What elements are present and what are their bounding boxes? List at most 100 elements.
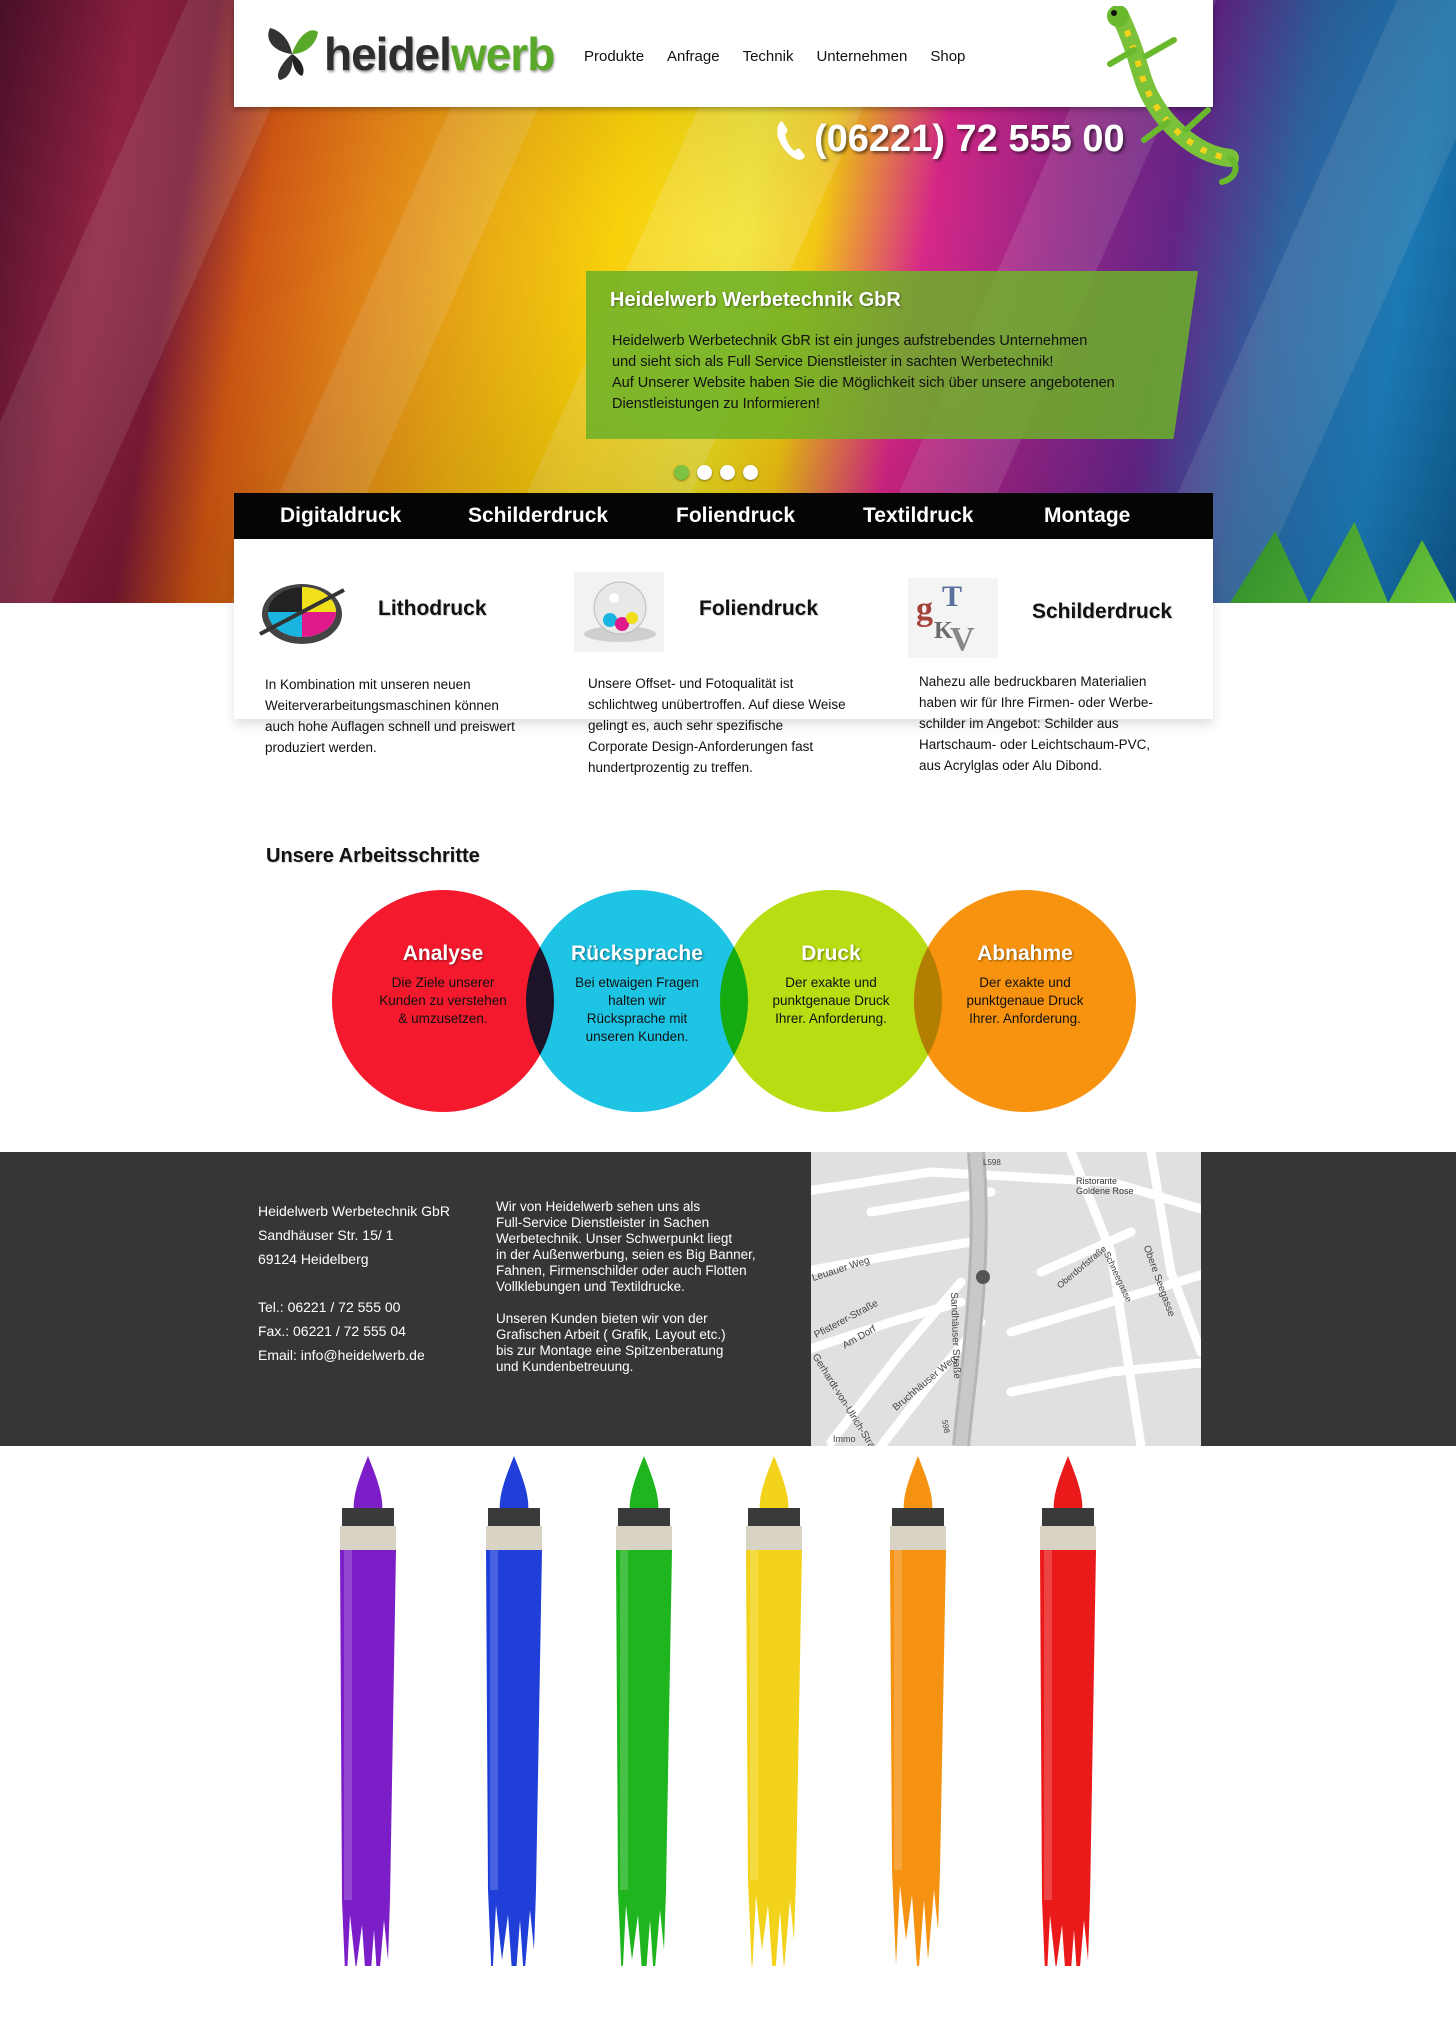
feature-text: Unsere Offset- und Fotoqualität ist schl… xyxy=(588,673,858,778)
svg-text:V: V xyxy=(950,621,975,658)
map-label: L598 xyxy=(983,1158,1001,1167)
logo-leaf-icon xyxy=(268,28,318,80)
slider-dot-2[interactable] xyxy=(697,465,712,480)
feature-line: Weiterverarbeitungsmaschinen können xyxy=(265,698,499,713)
ink-ball-icon xyxy=(574,572,664,652)
about-line: Fahnen, Firmenschilder oder auch Flotten xyxy=(496,1263,747,1278)
paint-brush-icon xyxy=(616,1456,672,1966)
address-city: 69124 Heidelberg xyxy=(258,1251,369,1267)
step-druck: Druck Der exakte und punktgenaue Druck I… xyxy=(720,890,942,1112)
service-schilderdruck[interactable]: Schilderdruck xyxy=(468,504,608,528)
phone-text: (06221) 72 555 00 xyxy=(814,118,1125,160)
feature-title: Foliendruck xyxy=(699,597,819,620)
svg-text:T: T xyxy=(942,580,962,613)
map-marker xyxy=(976,1270,990,1284)
feature-text: In Kombination mit unseren neuen Weiterv… xyxy=(265,674,535,758)
step-title: Abnahme xyxy=(977,942,1073,965)
footer-about: Wir von Heidelwerb sehen uns als Full-Se… xyxy=(496,1199,786,1375)
about-spacer xyxy=(496,1295,786,1311)
feature-line: In Kombination mit unseren neuen xyxy=(265,677,471,692)
nav-unternehmen[interactable]: Unternehmen xyxy=(816,48,907,65)
feature-title: Lithodruck xyxy=(378,597,487,620)
map-label: Ristorante Goldene Rose xyxy=(1076,1176,1134,1196)
feature-line: aus Acrylglas oder Alu Dibond. xyxy=(919,758,1103,773)
site-header: heidelwerb Produkte Anfrage Technik Unte… xyxy=(234,0,1213,107)
paint-brush-icon xyxy=(486,1456,542,1966)
steps-title: Unsere Arbeitsschritte xyxy=(266,845,480,867)
map-label-text: Goldene Rose xyxy=(1076,1186,1134,1196)
phone-icon xyxy=(777,120,805,160)
feature-line: auch hohe Auflagen schnell und preiswert xyxy=(265,719,515,734)
step-text: Die Ziele unserer Kunden zu verstehen & … xyxy=(379,975,507,1026)
service-digitaldruck[interactable]: Digitaldruck xyxy=(280,504,401,528)
paint-brush-icon xyxy=(746,1456,802,1966)
slide-line: Auf Unserer Website haben Sie die Möglic… xyxy=(612,375,1115,391)
feature-line: Nahezu alle bedruckbaren Materialien xyxy=(919,674,1147,689)
nav-technik[interactable]: Technik xyxy=(743,48,794,65)
nav-anfrage[interactable]: Anfrage xyxy=(667,48,720,65)
feature-line: Corporate Design-Anforderungen fast xyxy=(588,739,814,754)
about-line: bis zur Montage eine Spitzenberatung xyxy=(496,1343,724,1358)
slide-line: und sieht sich als Full Service Dienstle… xyxy=(612,354,1054,370)
step-text: Der exakte und punktgenaue Druck Ihrer. … xyxy=(772,975,890,1026)
about-line: Werbetechnik. Unser Schwerpunkt liegt xyxy=(496,1231,733,1246)
location-map[interactable]: Ristorante Goldene Rose Sandhäuser Straße… xyxy=(811,1152,1201,1446)
about-line: Vollklebungen und Textildrucke. xyxy=(496,1279,685,1294)
main-nav: Produkte Anfrage Technik Unternehmen Sho… xyxy=(584,48,965,65)
service-foliendruck[interactable]: Foliendruck xyxy=(676,504,795,528)
slide-line: Heidelwerb Werbetechnik GbR ist ein jung… xyxy=(612,333,1088,349)
address-tel[interactable]: Tel.: 06221 / 72 555 00 xyxy=(258,1295,450,1319)
footer: Heidelwerb Werbetechnik GbR Sandhäuser S… xyxy=(0,1152,1456,1446)
service-montage[interactable]: Montage xyxy=(1044,504,1130,528)
step-abnahme: Abnahme Der exakte und punktgenaue Druck… xyxy=(914,890,1136,1112)
address-fax: Fax.: 06221 / 72 555 04 xyxy=(258,1323,406,1339)
step-text: Der exakte und punktgenaue Druck Ihrer. … xyxy=(966,975,1084,1026)
map-streets xyxy=(811,1152,1201,1446)
slider-dot-4[interactable] xyxy=(743,465,758,480)
about-line: und Kundenbetreuung. xyxy=(496,1359,634,1374)
feature-line: hundertprozentig zu treffen. xyxy=(588,760,753,775)
about-line: Wir von Heidelwerb sehen uns als xyxy=(496,1199,701,1214)
step-title: Druck xyxy=(801,942,861,965)
logo[interactable]: heidelwerb xyxy=(264,16,555,82)
feature-line: Unsere Offset- und Fotoqualität ist xyxy=(588,676,794,691)
about-line: in der Außenwerbung, seien es Big Banner… xyxy=(496,1247,756,1262)
logo-text-dark: heidel xyxy=(324,28,452,80)
nav-shop[interactable]: Shop xyxy=(930,48,965,65)
service-textildruck[interactable]: Textildruck xyxy=(863,504,973,528)
slide-line: Dienstleistungen zu Informieren! xyxy=(612,396,820,412)
feature-title: Schilderdruck xyxy=(1032,600,1173,623)
address-spacer xyxy=(258,1271,450,1295)
step-title: Rücksprache xyxy=(571,942,703,965)
step-ruecksprache: Rücksprache Bei etwaigen Fragen halten w… xyxy=(526,890,748,1112)
feature-line: haben wir für Ihre Firmen- oder Werbe- xyxy=(919,695,1153,710)
color-wheel-icon xyxy=(259,584,345,644)
footer-address: Heidelwerb Werbetechnik GbR Sandhäuser S… xyxy=(258,1199,450,1367)
slider-dot-3[interactable] xyxy=(720,465,735,480)
step-title: Analyse xyxy=(402,942,484,965)
slider-dot-1[interactable] xyxy=(674,465,689,480)
logo-text: heidelwerb xyxy=(324,26,555,82)
feature-text: Nahezu alle bedruckbaren Materialien hab… xyxy=(919,671,1189,776)
address-email[interactable]: Email: info@heidelwerb.de xyxy=(258,1343,450,1367)
hero-slide: Heidelwerb Werbetechnik GbR Heidelwerb W… xyxy=(586,271,1198,439)
feature-line: schlichtweg unübertroffen. Auf diese Wei… xyxy=(588,697,846,712)
feature-line: gelingt es, auch sehr spezifische xyxy=(588,718,784,733)
address-street: Sandhäuser Str. 15/ 1 xyxy=(258,1227,394,1243)
logo-text-green: werb xyxy=(450,28,555,80)
map-label-text: Ristorante xyxy=(1076,1176,1118,1186)
about-line: Unseren Kunden bieten wir von der xyxy=(496,1311,708,1326)
feature-line: produziert werden. xyxy=(265,740,377,755)
nav-produkte[interactable]: Produkte xyxy=(584,48,644,65)
map-label: Immo xyxy=(833,1434,856,1444)
feature-line: schilder im Angebot: Schilder aus xyxy=(919,716,1119,731)
paint-brush-icon xyxy=(890,1456,946,1966)
svg-text:g: g xyxy=(916,591,933,628)
paint-brush-icon xyxy=(340,1456,396,1966)
slider-dots xyxy=(674,465,758,480)
letters-icon: g T V K xyxy=(908,578,998,658)
phone-number[interactable]: (06221) 72 555 00 xyxy=(776,118,1125,161)
steps-circles: Analyse Die Ziele unserer Kunden zu vers… xyxy=(330,890,1136,1115)
about-line: Grafischen Arbeit ( Grafik, Layout etc.) xyxy=(496,1327,726,1342)
step-analyse: Analyse Die Ziele unserer Kunden zu vers… xyxy=(332,890,554,1112)
